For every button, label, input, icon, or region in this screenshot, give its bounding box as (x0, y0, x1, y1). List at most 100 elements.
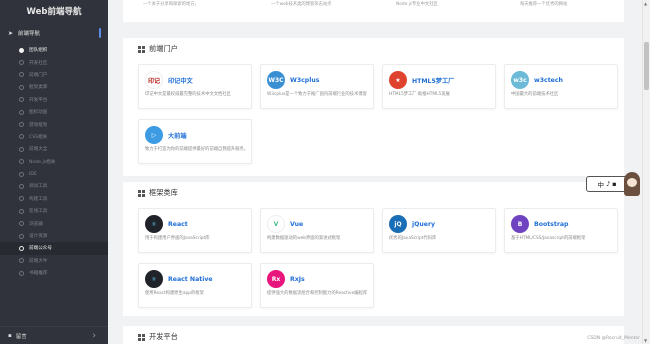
section-title: 前端门户 (138, 44, 178, 54)
card-title[interactable]: w3ctech (534, 77, 563, 84)
sidebar-item-label: IDE (29, 171, 37, 177)
card-title[interactable]: W3cplus (290, 77, 319, 84)
sidebar-item[interactable]: 团队组织 (0, 44, 108, 56)
chevron-right-icon[interactable]: › (92, 331, 96, 341)
mascot-icon[interactable] (624, 172, 640, 196)
ime-bubble[interactable]: 中 ♪ ▪ (586, 176, 628, 192)
site-logo-icon: B (511, 215, 529, 233)
bullet-icon (19, 60, 24, 66)
section-title-text: 框架类库 (149, 188, 178, 197)
watermark: CSDN @Recruit_Mentor (587, 336, 640, 341)
card-header: jQ jQuery (389, 215, 435, 233)
sidebar-item[interactable]: 设计资源 (0, 230, 108, 242)
sidebar-item-label: Node.js相关 (29, 159, 56, 165)
sidebar-item[interactable]: 开发社区 (0, 56, 108, 68)
card-header: 印记 印记中文 (145, 71, 193, 89)
section-title: 框架类库 (138, 188, 178, 198)
card-title[interactable]: Vue (290, 221, 303, 228)
sidebar-item[interactable]: 游戏框架 (0, 118, 108, 130)
sidebar-item[interactable]: 构建工具 (0, 193, 108, 205)
scroll-down-icon[interactable]: ▼ (644, 338, 647, 343)
card-title[interactable]: RxJs (290, 276, 305, 283)
site-card[interactable]: V Vue 构建数据驱动的web界面的渐进式框架 (260, 208, 374, 253)
site-card[interactable]: ★ HTML5梦工厂 HTML5梦工厂·助推HTML5发展 (382, 64, 496, 109)
top-row-text: 一个关于分享和探索的地方。 (143, 2, 199, 7)
sidebar-item-label: 在线工具 (29, 209, 48, 215)
footer-label: 留言 (15, 333, 27, 340)
site-card[interactable]: w3c w3ctech 中国最大的前端技术社区 (504, 64, 618, 109)
bullet-icon (19, 196, 24, 202)
bullet-icon (19, 72, 24, 78)
sidebar-item[interactable]: 开发平台 (0, 94, 108, 106)
page-scrollbar[interactable]: ▲ ▼ (642, 0, 650, 344)
sidebar-item-label: 前端大全 (29, 147, 48, 153)
sidebar-item[interactable]: 前端大全 (0, 143, 108, 155)
site-card[interactable]: ▷ 大前端 致力于打造为你的前端提供最好的前端自我提升服务。 (138, 119, 252, 164)
ime-text: 中 (597, 181, 604, 189)
site-logo-icon: jQ (389, 215, 407, 233)
scrollbar-thumb[interactable] (644, 42, 649, 90)
bullet-icon (19, 159, 24, 165)
card-title[interactable]: Bootstrap (534, 221, 568, 228)
card-title[interactable]: React Native (168, 276, 213, 283)
site-logo-icon: ▷ (145, 126, 163, 144)
card-title[interactable]: 印记中文 (168, 76, 193, 85)
sidebar-item[interactable]: 调试工具 (0, 180, 108, 192)
site-card[interactable]: ⚛ React Native 使用React构建原生app的框架 (138, 263, 252, 308)
site-logo-icon: W3C (267, 71, 285, 89)
card-title[interactable]: React (168, 221, 188, 228)
site-card[interactable]: ⚛ React 用于构建用户界面的JavaScript库 (138, 208, 252, 253)
bullet-icon (19, 84, 24, 90)
section-title: 开发平台 (138, 332, 178, 342)
sidebar-item[interactable]: 书籍推荐 (0, 267, 108, 279)
nav-section-frontend[interactable]: ➤ 前端导航 (0, 24, 108, 42)
card-title[interactable]: 大前端 (168, 131, 187, 140)
sidebar-item[interactable]: 前端公众号 (0, 242, 108, 255)
sidebar-item-label: 图标动画 (29, 110, 48, 116)
bullet-icon (19, 221, 24, 227)
sidebar-item[interactable]: 图标动画 (0, 106, 108, 118)
sidebar: Web前端导航 ➤ 前端导航 团队组织开发社区 前端门户 框架类库开发平台图标动画游… (0, 0, 108, 344)
sidebar-item[interactable]: IDE (0, 168, 108, 180)
card-header: V Vue (267, 215, 303, 233)
bullet-icon (19, 208, 24, 214)
sidebar-item-label: 团队组织 (29, 48, 48, 54)
sidebar-footer-message[interactable]: ▪ 留言 › (0, 326, 108, 344)
bullet-icon (19, 122, 24, 128)
sidebar-item[interactable]: CSS相关 (0, 131, 108, 143)
sidebar-item[interactable]: Node.js相关 (0, 156, 108, 168)
site-logo-icon: 印记 (145, 71, 163, 89)
card-header: ★ HTML5梦工厂 (389, 71, 454, 89)
sidebar-item[interactable]: 前端门户 (0, 69, 108, 81)
brand-title: Web前端导航 (26, 7, 82, 17)
card-description: 基于HTML/CSS/Javascript的前端框架 (511, 236, 586, 241)
panel-framework: 框架类库 ⚛ React 用于构建用户界面的JavaScript库 V Vue 构建数据驱… (123, 182, 624, 316)
sidebar-item-label: 开发平台 (29, 97, 48, 103)
bullet-icon (19, 109, 24, 115)
site-card[interactable]: 印记 印记中文 印记中文是最权威最完整的技术中文文档社区 (138, 64, 252, 109)
sidebar-item[interactable]: 前端大牛 (0, 255, 108, 267)
site-logo-icon: ⚛ (145, 270, 163, 288)
grid-icon (138, 45, 145, 53)
site-card[interactable]: B Bootstrap 基于HTML/CSS/Javascript的前端框架 (504, 208, 618, 253)
card-header: w3c w3ctech (511, 71, 563, 89)
card-title[interactable]: HTML5梦工厂 (412, 76, 454, 85)
bullet-icon (19, 245, 24, 251)
card-description: 使用React构建原生app的框架 (145, 291, 204, 296)
sidebar-item-label: 调试工具 (29, 184, 48, 190)
card-header: Rx RxJs (267, 270, 305, 288)
scroll-up-icon[interactable]: ▲ (644, 1, 647, 6)
card-title[interactable]: jQuery (412, 221, 435, 228)
send-icon: ➤ (8, 29, 14, 37)
site-card[interactable]: Rx RxJs 提供强大的数据流组合和控制能力的Reactive编程库 (260, 263, 374, 308)
sidebar-item[interactable]: 框架类库 (0, 81, 108, 93)
site-card[interactable]: W3C W3cplus W3cplus是一个致力于推广国内前端行业的技术博客 (260, 64, 374, 109)
floating-mascot-widget[interactable]: 中 ♪ ▪ (586, 172, 640, 198)
site-card[interactable]: jQ jQuery 优秀的JavaScript代码库 (382, 208, 496, 253)
card-description: 优秀的JavaScript代码库 (389, 236, 437, 241)
bullet-icon (19, 183, 24, 189)
sidebar-item[interactable]: 浏览器 (0, 217, 108, 229)
sidebar-item[interactable]: 在线工具 (0, 205, 108, 217)
bullet-icon (19, 97, 24, 103)
card-description: 中国最大的前端技术社区 (511, 92, 559, 97)
